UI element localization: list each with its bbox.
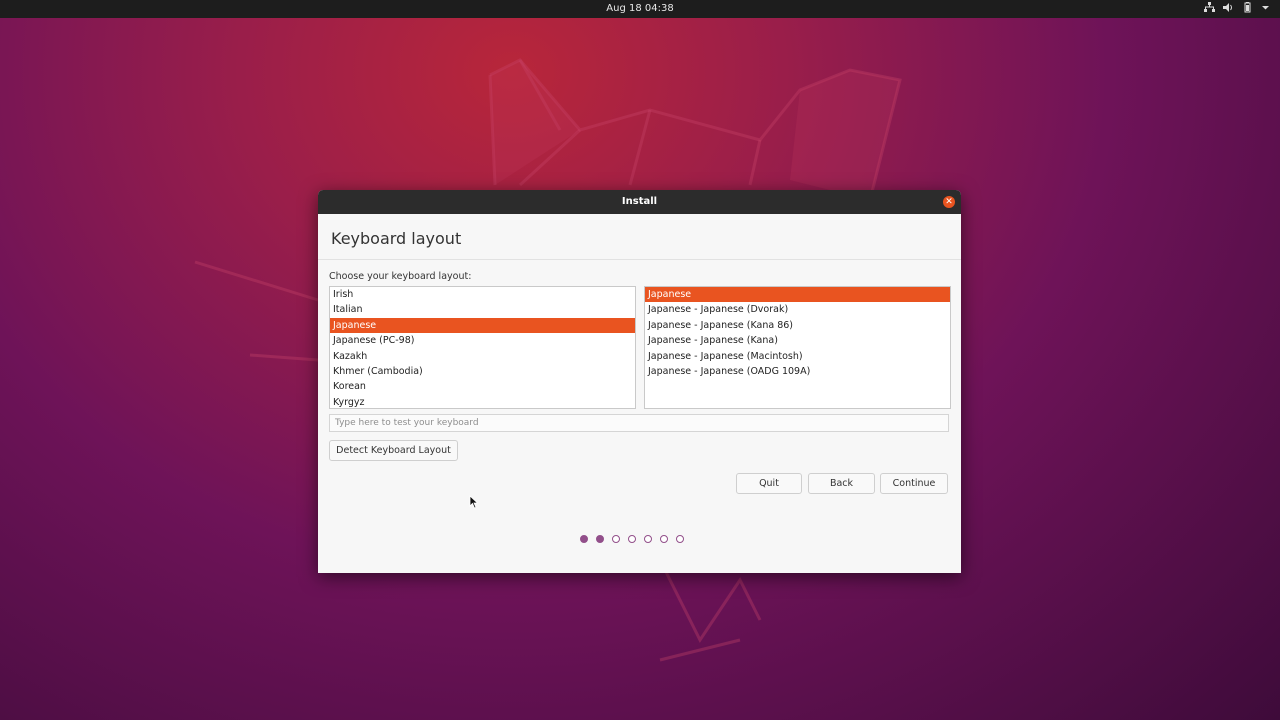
progress-dot [660, 535, 668, 543]
layout-list-item[interactable]: Khmer (Cambodia) [330, 364, 635, 379]
layout-list-item[interactable]: Kyrgyz [330, 395, 635, 408]
variant-list-item[interactable]: Japanese - Japanese (Kana 86) [645, 318, 950, 333]
variant-list-item[interactable]: Japanese - Japanese (Macintosh) [645, 349, 950, 364]
progress-dot [612, 535, 620, 543]
window-title: Install [621, 196, 658, 207]
progress-dot [644, 535, 652, 543]
layout-list-item[interactable]: Japanese (PC-98) [330, 333, 635, 348]
close-button[interactable]: ✕ [943, 196, 955, 208]
close-icon: ✕ [945, 197, 953, 207]
layout-list-item[interactable]: Irish [330, 287, 635, 302]
layout-list-item[interactable]: Korean [330, 379, 635, 394]
quit-button[interactable]: Quit [736, 473, 802, 494]
system-tray[interactable] [1204, 2, 1270, 13]
volume-icon[interactable] [1223, 2, 1234, 13]
layout-list-item[interactable]: Japanese [330, 317, 635, 334]
variant-list-item[interactable]: Japanese - Japanese (Kana) [645, 333, 950, 348]
variant-list[interactable]: Japanese Japanese - Japanese (Dvorak) Japa… [644, 286, 951, 409]
progress-dot [676, 535, 684, 543]
layout-prompt: Choose your keyboard layout: [329, 271, 472, 282]
progress-dot [580, 535, 588, 543]
back-button[interactable]: Back [808, 473, 875, 494]
progress-dot [596, 535, 604, 543]
clock[interactable]: Aug 18 04:38 [0, 3, 1280, 14]
keyboard-test-input[interactable] [329, 414, 949, 432]
variant-list-item[interactable]: Japanese - Japanese (Dvorak) [645, 302, 950, 317]
layout-list-item[interactable]: Italian [330, 302, 635, 317]
layout-list[interactable]: Irish Italian Japanese Japanese (PC-98) Kaza… [329, 286, 636, 409]
variant-list-item[interactable]: Japanese - Japanese (OADG 109A) [645, 364, 950, 379]
continue-button[interactable]: Continue [880, 473, 948, 494]
title-bar[interactable]: Install ✕ [318, 190, 961, 214]
chevron-down-icon[interactable] [1261, 2, 1270, 13]
detect-layout-button[interactable]: Detect Keyboard Layout [329, 440, 458, 461]
battery-icon[interactable] [1242, 2, 1253, 13]
network-icon[interactable] [1204, 2, 1215, 13]
page-title: Keyboard layout [331, 229, 462, 248]
divider [318, 259, 961, 260]
install-window: Install ✕ Keyboard layout Choose your ke… [318, 190, 961, 573]
progress-dot [628, 535, 636, 543]
variant-list-item[interactable]: Japanese [645, 287, 950, 303]
progress-indicator [580, 535, 684, 543]
top-bar: Aug 18 04:38 [0, 0, 1280, 18]
mouse-cursor-icon [469, 495, 479, 509]
layout-list-item[interactable]: Kazakh [330, 349, 635, 364]
